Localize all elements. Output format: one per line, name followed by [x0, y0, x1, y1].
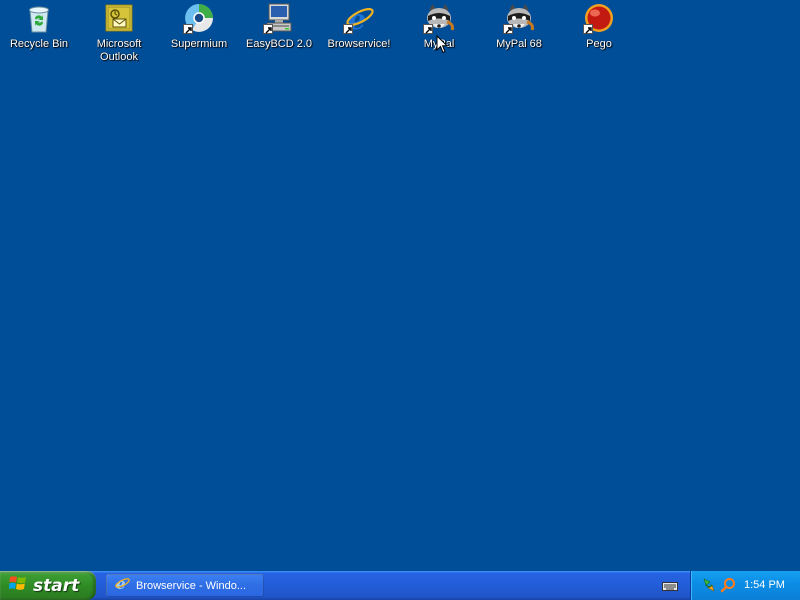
icon-label: Browservice! [327, 38, 391, 50]
shortcut-arrow-icon [183, 24, 193, 34]
recycle-bin-icon [23, 2, 55, 34]
icon-label: Pego [586, 38, 612, 50]
windows-logo-icon [9, 575, 27, 597]
clock[interactable]: 1:54 PM [744, 579, 785, 591]
desktop-icon-browservice[interactable]: e Browservice! [320, 2, 398, 51]
internet-explorer-icon: e [343, 2, 375, 36]
start-button[interactable]: start [0, 571, 96, 600]
icon-label: Recycle Bin [9, 38, 69, 50]
desktop-icon-microsoft-outlook[interactable]: Microsoft Outlook [80, 2, 158, 64]
icon-label: MyPal 68 [496, 38, 542, 50]
outlook-icon [103, 2, 135, 34]
internet-explorer-icon: e [114, 575, 130, 596]
desktop-icon-easybcd[interactable]: EasyBCD 2.0 [240, 2, 318, 51]
keyboard-language-icon[interactable] [662, 579, 678, 597]
icon-label: Microsoft Outlook [96, 38, 142, 63]
shortcut-arrow-icon [343, 24, 353, 34]
desktop-icon-recycle-bin[interactable]: Recycle Bin [0, 2, 78, 51]
shortcut-arrow-icon [263, 24, 273, 34]
icon-label: EasyBCD 2.0 [245, 38, 313, 50]
pego-icon [583, 2, 615, 34]
mouse-cursor-icon [436, 34, 449, 59]
taskbar-button-label: Browservice - Windo... [136, 579, 247, 592]
easybcd-icon [263, 2, 295, 34]
shortcut-arrow-icon [423, 24, 433, 34]
shortcut-arrow-icon [583, 24, 593, 34]
desktop-icon-supermium[interactable]: Supermium [160, 2, 238, 51]
system-tray: 1:54 PM [690, 571, 800, 600]
desktop-icon-mypal-68[interactable]: MyPal 68 [480, 2, 558, 51]
search-tray-icon[interactable] [720, 577, 736, 598]
taskbar: start e Browservice - Windo... 1:54 PM [0, 571, 800, 600]
shortcut-arrow-icon [503, 24, 513, 34]
icon-label: Supermium [170, 38, 228, 50]
supermium-icon [183, 2, 215, 34]
taskbar-button-browservice[interactable]: e Browservice - Windo... [106, 574, 264, 597]
desktop[interactable]: Recycle Bin Microsoft Outlook Supermium … [0, 0, 800, 571]
mypal-raccoon-icon [503, 2, 535, 34]
desktop-icon-pego[interactable]: Pego [560, 2, 638, 51]
start-label: start [33, 575, 80, 596]
network-tray-icon[interactable] [701, 577, 717, 598]
mypal-raccoon-icon [423, 2, 455, 34]
